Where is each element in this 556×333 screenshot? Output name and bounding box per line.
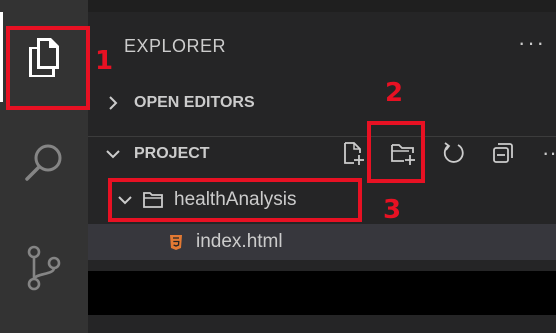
annotation-box-1 [6,26,90,110]
project-label: PROJECT [134,144,210,162]
open-editors-label: OPEN EDITORS [134,94,255,111]
html5-icon [168,233,184,251]
source-control-icon [27,245,61,290]
ellipsis-icon: ··· [518,30,546,55]
annotation-number-1: 1 [95,46,114,76]
vscode-window: EXPLORER ··· OPEN EDITORS PROJECT ·· hea… [0,0,556,333]
black-panel [88,271,556,315]
annotation-box-3 [108,178,362,222]
explorer-title: EXPLORER [124,36,227,56]
collapse-all-icon [493,143,513,163]
new-file-icon [344,142,364,165]
project-more-button[interactable]: ··· [528,136,556,170]
project-actions: ··· [328,136,556,170]
explorer-sidebar: EXPLORER ··· OPEN EDITORS PROJECT ·· hea… [88,0,556,333]
annotation-number-2: 2 [385,78,404,108]
file-index-html[interactable]: index.html [88,224,556,260]
ellipsis-icon: ··· [542,140,556,165]
bottom-strip [88,315,556,333]
file-name: index.html [196,231,283,252]
chevron-right-icon [104,95,122,111]
annotation-box-2 [367,121,425,183]
chevron-down-icon [104,148,122,160]
top-strip [88,0,556,12]
open-editors-header[interactable]: OPEN EDITORS [88,86,556,120]
refresh-icon [443,142,464,163]
explorer-more-button[interactable]: ··· [518,30,546,56]
refresh-button[interactable] [428,136,478,170]
search-activity-button[interactable] [0,128,88,198]
collapse-all-button[interactable] [478,136,528,170]
search-icon [25,144,62,181]
annotation-number-3: 3 [383,195,402,225]
source-control-activity-button[interactable] [0,230,88,305]
